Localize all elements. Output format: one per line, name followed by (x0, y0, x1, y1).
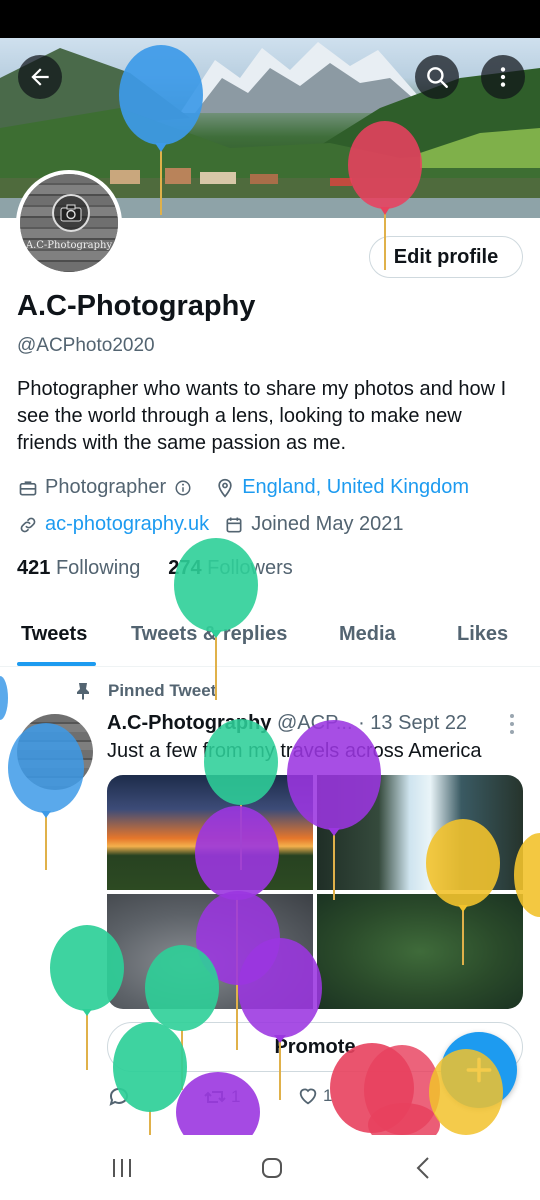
profile-name: A.C-Photography (17, 290, 256, 322)
search-button[interactable] (415, 55, 459, 99)
home-button[interactable] (252, 1153, 292, 1183)
like-count: 1 (323, 1086, 333, 1105)
profile-avatar[interactable]: A.C-Photography (16, 170, 122, 276)
pinned-text: Pinned Tweet (108, 681, 217, 700)
link-icon (17, 514, 39, 536)
profile-bio: Photographer who wants to share my photo… (17, 378, 507, 454)
tweet-photo-forest[interactable] (317, 894, 523, 1009)
more-options-button[interactable] (481, 55, 525, 99)
compose-tweet-button[interactable] (441, 1032, 517, 1108)
tweet-date[interactable]: · 13 Sept 22 (358, 712, 467, 734)
tweet-author-handle[interactable]: @ACP... (277, 712, 353, 734)
balloon-icon (0, 676, 8, 720)
tab-media[interactable]: Media (339, 623, 396, 646)
back-system-button[interactable] (404, 1153, 444, 1183)
tweet-author-avatar[interactable] (17, 714, 93, 790)
joined-date: Joined May 2021 (251, 513, 404, 535)
location-link[interactable]: England, United Kingdom (242, 476, 469, 499)
followers-count: 274 (168, 557, 202, 579)
profile-tabs: Tweets Tweets & replies Media Likes (0, 605, 540, 667)
location-pin-icon (214, 477, 236, 499)
tab-likes[interactable]: Likes (457, 623, 508, 646)
chevron-left-icon (416, 1157, 429, 1179)
tweet-more-options[interactable] (504, 712, 520, 736)
like-button[interactable]: 1 (297, 1085, 332, 1107)
followers-label: Followers (207, 557, 293, 579)
home-icon (262, 1158, 282, 1178)
info-icon[interactable] (172, 477, 194, 499)
edit-profile-button[interactable]: Edit profile (369, 236, 523, 278)
follow-stats: 421 Following 274 Followers (17, 557, 293, 580)
avatar-logo-text: A.C-Photography (25, 240, 113, 251)
tweet-text: Just a few from my travels across Americ… (107, 740, 482, 762)
tweet-photo-sunset[interactable] (107, 775, 313, 890)
tweet-header: A.C-Photography @ACP... · 13 Sept 22 (107, 712, 467, 735)
tab-tweets[interactable]: Tweets (21, 623, 87, 646)
tweet-author-name[interactable]: A.C-Photography (107, 712, 271, 734)
profession-text: Photographer (45, 476, 167, 498)
website-link[interactable]: ac-photography.uk (45, 513, 209, 536)
reply-button[interactable] (107, 1085, 131, 1109)
more-vertical-icon (500, 67, 506, 87)
profile-meta-row-1: Photographer England, United Kingdom (17, 476, 469, 499)
following-label: Following (55, 557, 141, 579)
retweet-icon (204, 1091, 226, 1103)
profile-meta-row-2: ac-photography.uk Joined May 2021 (17, 513, 404, 536)
system-nav-bar (0, 1135, 540, 1200)
followers-link[interactable]: 274 Followers (168, 557, 293, 579)
retweet-count: 1 (231, 1087, 241, 1106)
tweet-photo-rocks[interactable] (107, 894, 313, 1009)
pinned-tweet-label: Pinned Tweet (72, 681, 216, 701)
camera-icon (52, 194, 90, 232)
status-bar (0, 0, 540, 38)
plus-icon (466, 1057, 492, 1083)
briefcase-icon (17, 477, 39, 499)
active-tab-indicator (17, 662, 96, 666)
tab-tweets-replies[interactable]: Tweets & replies (131, 623, 287, 646)
back-button[interactable] (18, 55, 62, 99)
recent-apps-button[interactable] (102, 1153, 142, 1183)
tweet-photo-waterfall[interactable] (317, 775, 523, 890)
profile-handle: @ACPhoto2020 (17, 335, 155, 356)
calendar-icon (223, 514, 245, 536)
heart-icon (299, 1088, 317, 1105)
arrow-left-icon (31, 68, 49, 86)
pin-icon (72, 682, 94, 700)
tweet-photo-grid (107, 775, 523, 1009)
reply-icon (109, 1087, 128, 1106)
recent-apps-icon (113, 1159, 131, 1177)
retweet-button[interactable]: 1 (203, 1085, 240, 1109)
following-count: 421 (17, 557, 51, 579)
search-icon (427, 67, 448, 88)
following-link[interactable]: 421 Following (17, 557, 140, 579)
